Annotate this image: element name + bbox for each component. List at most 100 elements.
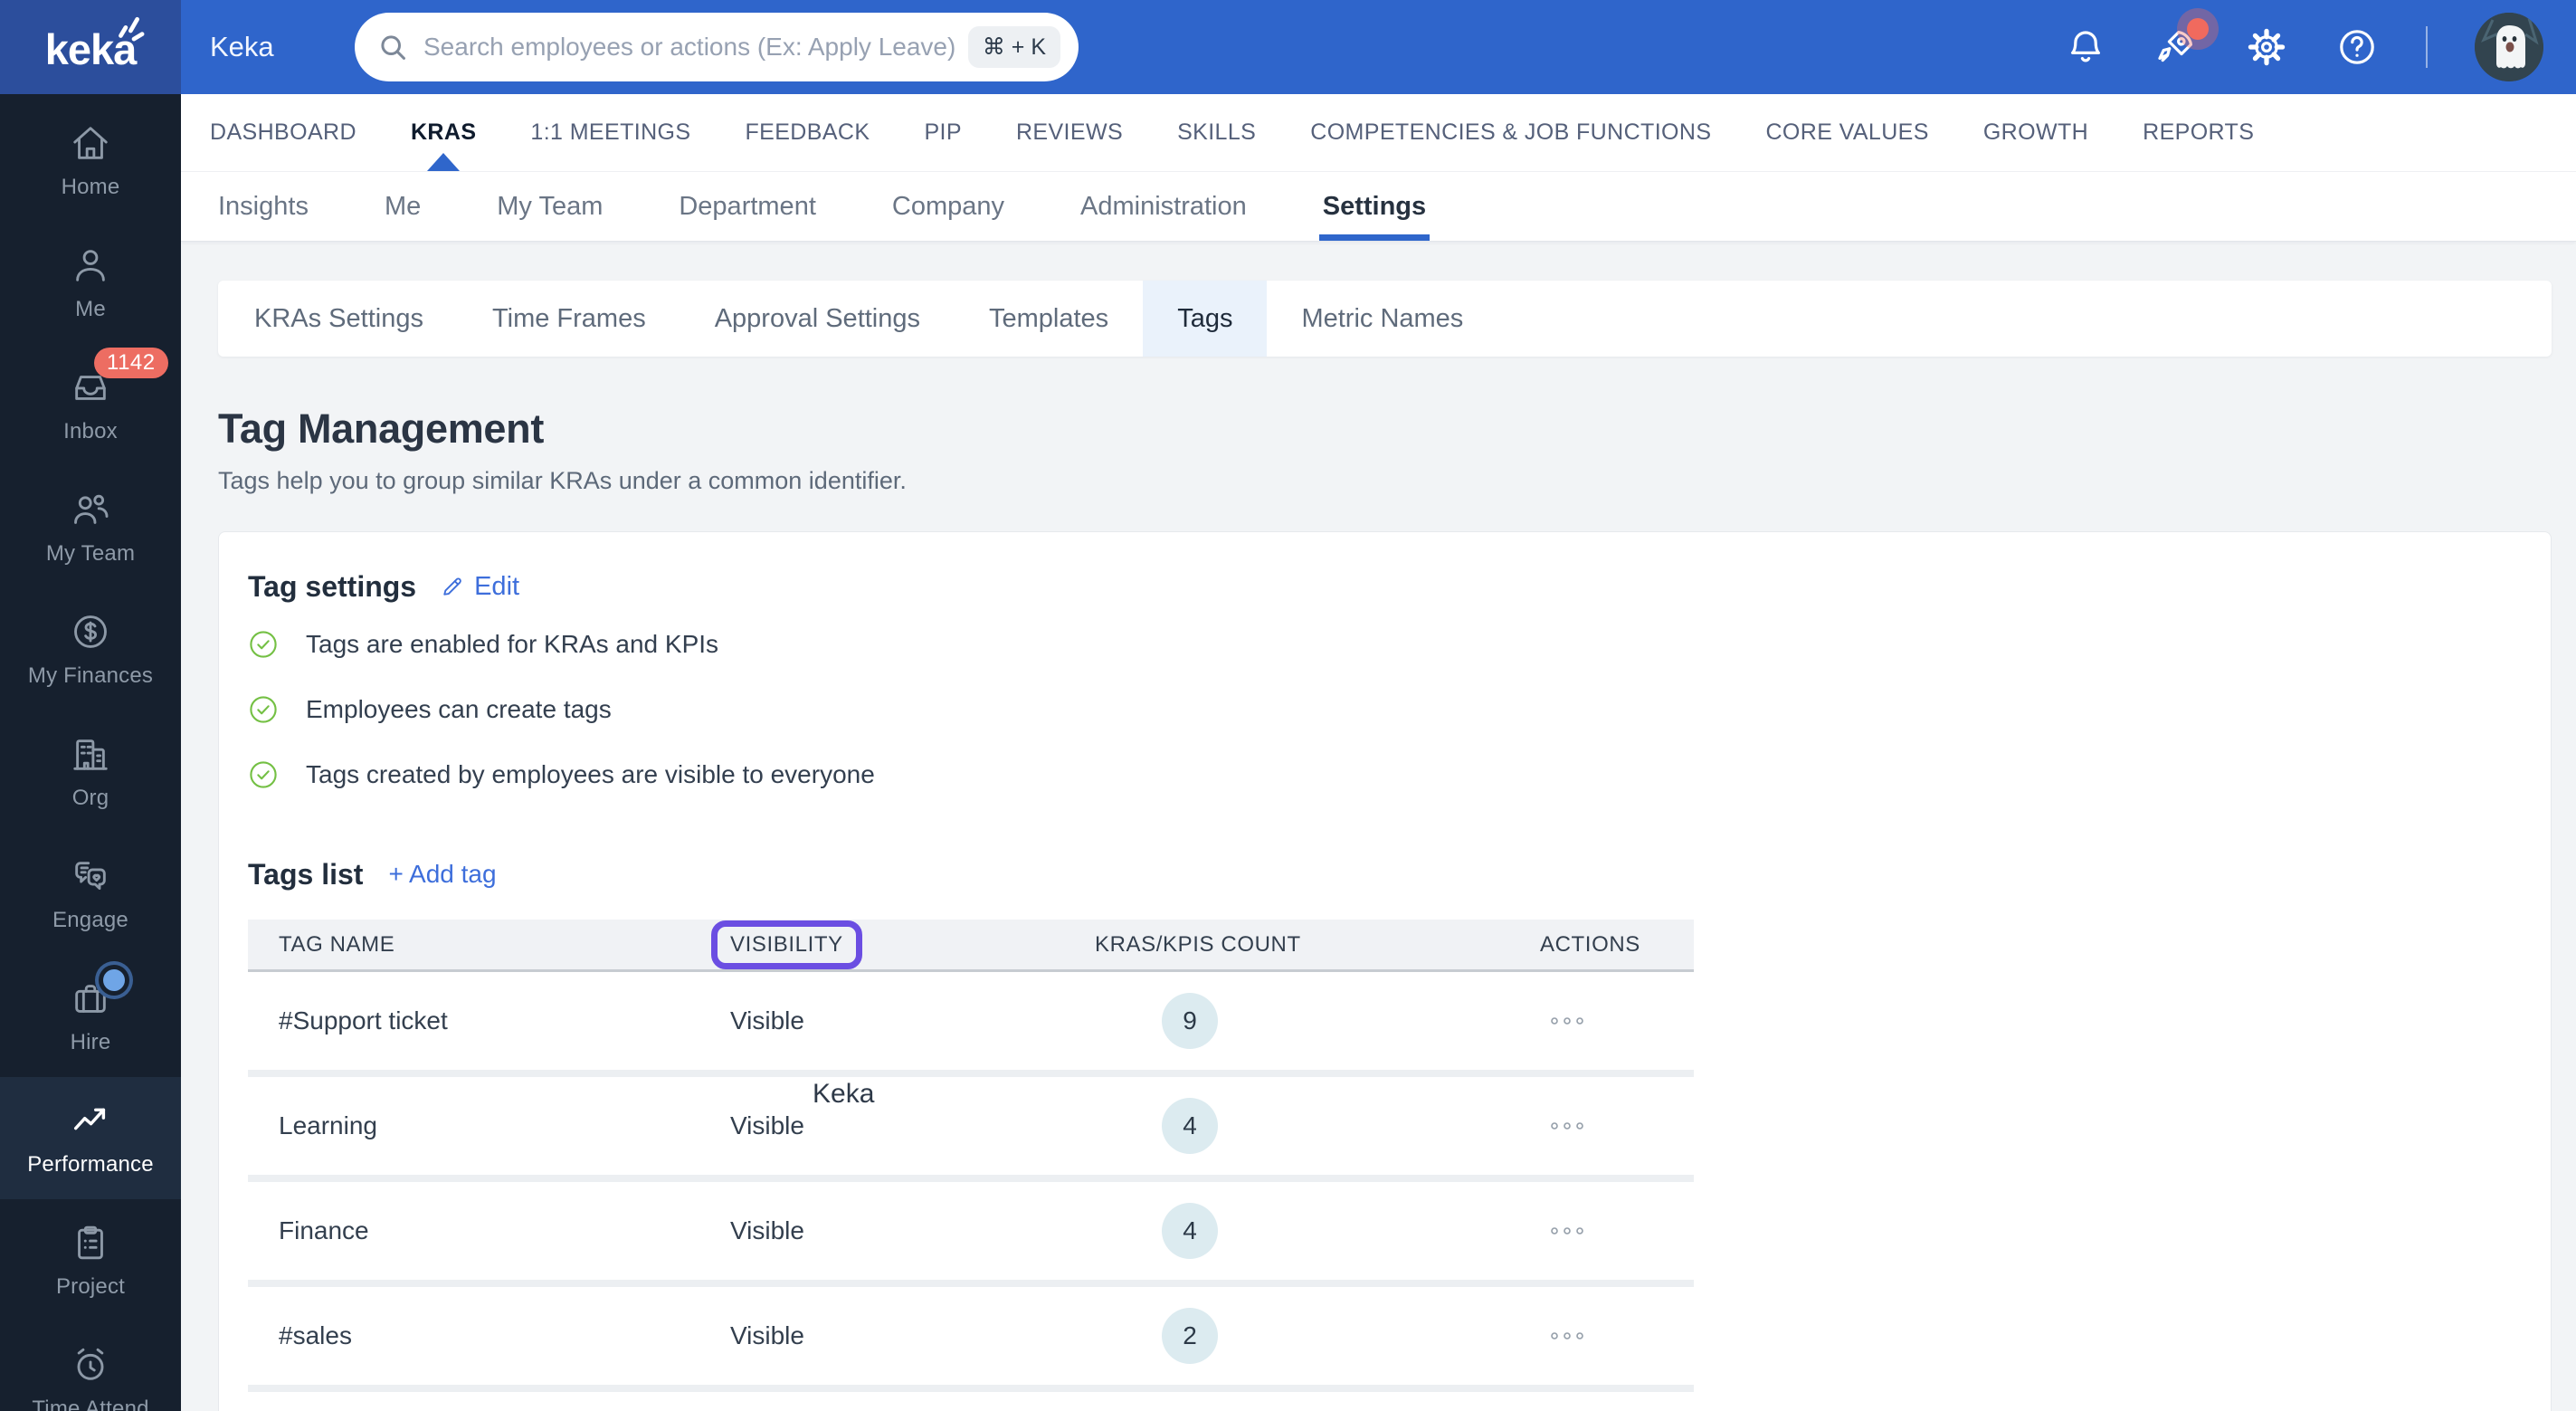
home-icon (73, 126, 108, 159)
tag-row-learning[interactable]: Learning Visible 4 (248, 1077, 1694, 1175)
sidebar-item-label: Performance (27, 1151, 154, 1177)
ellipsis-icon (1551, 1332, 1583, 1339)
tab-pip[interactable]: PIP (924, 94, 962, 171)
tab-growth[interactable]: GROWTH (1983, 94, 2088, 171)
avatar[interactable] (2475, 13, 2543, 81)
sidebar-item-label: My Team (45, 540, 136, 566)
sidebar-item-label: Time Attend (32, 1396, 149, 1411)
settab-approval-settings[interactable]: Approval Settings (680, 281, 955, 357)
tag-settings-header: Tag settings Edit (248, 532, 2551, 605)
tag-management-card: Tag settings Edit Tags are enabled for K… (218, 531, 2552, 1411)
search-icon (381, 35, 405, 60)
hire-notification-dot (103, 969, 125, 991)
tab-core-values[interactable]: CORE VALUES (1765, 94, 1928, 171)
sidebar-item-engage[interactable]: Engage (0, 833, 181, 955)
sidebar-item-home[interactable]: Home (0, 100, 181, 222)
subtab-company[interactable]: Company (892, 172, 1004, 241)
keka-logo[interactable]: keka (0, 0, 181, 94)
sidebar-item-my-finances[interactable]: My Finances (0, 588, 181, 710)
row-actions-menu-button[interactable] (1520, 1330, 1694, 1341)
sidebar-item-label: Me (75, 296, 106, 321)
team-icon (74, 494, 109, 524)
edit-tag-settings-button[interactable]: Edit (440, 572, 519, 602)
help-button[interactable] (2335, 25, 2379, 69)
column-header-actions[interactable]: ACTIONS (1511, 932, 1694, 958)
settab-time-frames[interactable]: Time Frames (458, 281, 680, 357)
tag-count-badge: 2 (1162, 1308, 1218, 1364)
subtab-settings[interactable]: Settings (1318, 172, 1431, 241)
subtab-my-team[interactable]: My Team (497, 172, 603, 241)
sidebar-nav: Home Me 1142 Inbox My Team My Finances O… (0, 94, 181, 1411)
settab-templates[interactable]: Templates (955, 281, 1143, 357)
tab-dashboard[interactable]: DASHBOARD (210, 94, 356, 171)
sidebar-item-inbox[interactable]: 1142 Inbox (0, 344, 181, 466)
row-actions-menu-button[interactable] (1520, 1225, 1694, 1236)
tab-skills[interactable]: SKILLS (1177, 94, 1256, 171)
sidebar-item-my-team[interactable]: My Team (0, 466, 181, 588)
subtab-department[interactable]: Department (679, 172, 816, 241)
whats-new-button[interactable] (2154, 18, 2209, 69)
sidebar-item-hire[interactable]: Hire (0, 955, 181, 1077)
row-actions-menu-button[interactable] (1520, 1120, 1694, 1131)
tab-kras[interactable]: KRAS (411, 94, 476, 171)
sidebar-item-me[interactable]: Me (0, 222, 181, 344)
column-header-kras-kpis-count[interactable]: KRAS/KPIS COUNT (1095, 932, 1511, 958)
subtab-me[interactable]: Me (385, 172, 421, 241)
edit-label: Edit (474, 571, 520, 601)
checklist-item-text: Employees can create tags (306, 695, 612, 723)
ellipsis-icon (1551, 1227, 1583, 1235)
tab-competencies[interactable]: COMPETENCIES & JOB FUNCTIONS (1310, 94, 1711, 171)
org-icon (73, 739, 108, 770)
tag-name: Finance (279, 1216, 369, 1244)
sidebar-item-performance[interactable]: Performance (0, 1077, 181, 1199)
tag-row-sales[interactable]: #sales Visible 2 (248, 1287, 1694, 1385)
sidebar-item-time-attend[interactable]: Time Attend (0, 1321, 181, 1411)
tab-feedback[interactable]: FEEDBACK (745, 94, 870, 171)
checklist-item: Tags are enabled for KRAs and KPIs (248, 612, 2551, 677)
tag-row-finance[interactable]: Finance Visible 4 (248, 1182, 1694, 1280)
project-icon (78, 1225, 103, 1259)
tag-name: Learning (279, 1111, 377, 1139)
finances-icon (74, 615, 107, 648)
engage-icon (75, 861, 106, 890)
checklist-item: Tags created by employees are visible to… (248, 742, 2551, 807)
tag-row-support-ticket[interactable]: #Support ticket Visible 9 (248, 972, 1694, 1070)
tab-reviews[interactable]: REVIEWS (1016, 94, 1123, 171)
column-header-tag-name[interactable]: TAG NAME (279, 932, 730, 958)
settings-button[interactable] (2245, 25, 2288, 69)
checklist-item-text: Tags created by employees are visible to… (306, 760, 875, 788)
performance-icon (73, 1108, 106, 1130)
pencil-icon (443, 577, 461, 596)
topbar: Keka ⌘ + K (181, 0, 2576, 94)
tags-list-title: Tags list (248, 857, 364, 891)
column-header-visibility[interactable]: VISIBILITY (711, 920, 1095, 969)
logo-spark-icon (119, 16, 145, 42)
sidebar-item-label: Inbox (63, 418, 118, 443)
sidebar-item-project[interactable]: Project (0, 1199, 181, 1321)
page-title: Tag Management (218, 405, 545, 452)
floating-keka-text: Keka (813, 1079, 875, 1109)
row-actions-menu-button[interactable] (1520, 1015, 1694, 1026)
settab-tags[interactable]: Tags (1143, 281, 1268, 357)
notifications-button[interactable] (2064, 25, 2107, 69)
subtab-administration[interactable]: Administration (1080, 172, 1247, 241)
check-circle-icon (250, 696, 277, 723)
tab-reports[interactable]: REPORTS (2143, 94, 2254, 171)
checklist-item: Employees can create tags (248, 677, 2551, 742)
sidebar-item-label: Org (71, 785, 109, 810)
subtab-insights[interactable]: Insights (218, 172, 309, 241)
topbar-actions (2064, 0, 2543, 94)
check-circle-icon (250, 761, 277, 788)
content-area: DASHBOARD KRAS 1:1 MEETINGS FEEDBACK PIP… (181, 94, 2576, 1411)
inbox-count-badge: 1142 (94, 348, 168, 378)
sidebar-item-org[interactable]: Org (0, 710, 181, 833)
avatar-image (2475, 13, 2543, 81)
global-search[interactable]: ⌘ + K (355, 13, 1079, 81)
add-tag-button[interactable]: + Add tag (388, 860, 496, 889)
settab-kras-settings[interactable]: KRAs Settings (220, 281, 458, 357)
tab-1-1-meetings[interactable]: 1:1 MEETINGS (530, 94, 690, 171)
settab-metric-names[interactable]: Metric Names (1267, 281, 1497, 357)
row-separator (248, 1385, 1694, 1392)
tag-settings-title: Tag settings (248, 569, 417, 603)
search-input[interactable] (423, 33, 968, 62)
